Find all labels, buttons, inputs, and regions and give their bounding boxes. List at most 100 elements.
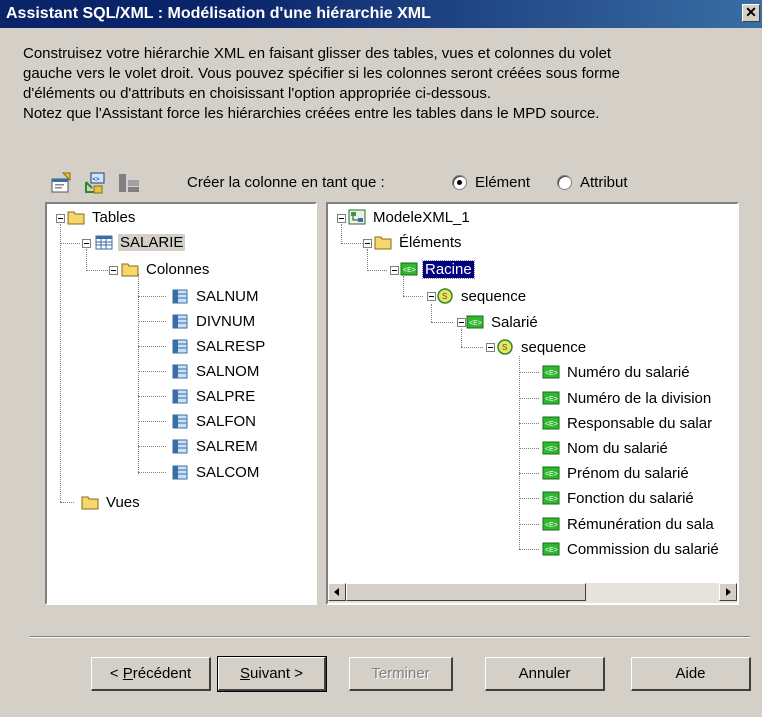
- tree-connector: [138, 346, 166, 347]
- tree-node-element[interactable]: <E> Responsable du salar: [542, 412, 714, 434]
- tree-node-column[interactable]: SALNUM: [171, 285, 261, 307]
- tree-node-model[interactable]: ModeleXML_1: [348, 206, 472, 228]
- tree-node-sequence[interactable]: S sequence: [496, 336, 588, 358]
- tree-node-element[interactable]: <E> Commission du salarié: [542, 538, 721, 560]
- create-column-label: Créer la colonne en tant que :: [187, 174, 385, 191]
- tree-node-tables[interactable]: Tables: [67, 206, 137, 228]
- collapse-toggle[interactable]: [363, 239, 372, 248]
- tree-node-table-salarie[interactable]: SALARIE: [95, 231, 186, 253]
- svg-text:S: S: [442, 292, 447, 301]
- tree-node-column[interactable]: SALPRE: [171, 385, 257, 407]
- collapse-toggle[interactable]: [390, 266, 399, 275]
- tree-connector: [138, 321, 166, 322]
- tree-node-element[interactable]: <E> Nom du salarié: [542, 437, 670, 459]
- help-button-label: Aide: [675, 665, 706, 682]
- tree-node-sequence[interactable]: S sequence: [436, 285, 528, 307]
- properties-icon[interactable]: [49, 170, 75, 196]
- tree-node-column[interactable]: SALREM: [171, 435, 260, 457]
- next-button[interactable]: Suivant >: [217, 656, 327, 692]
- scroll-left-button[interactable]: [328, 583, 346, 601]
- tree-connector: [461, 347, 483, 348]
- source-tree-panel[interactable]: Tables SALARIE Colonnes SALNUM DIVNUM SA…: [45, 202, 317, 605]
- radio-element[interactable]: Elément: [452, 174, 530, 191]
- collapse-toggle[interactable]: [82, 239, 91, 248]
- sequence-icon: S: [437, 288, 453, 304]
- tree-node-salarie[interactable]: <E> Salarié: [466, 311, 540, 333]
- arrow-left-icon: [334, 588, 339, 596]
- tree-node-label: Racine: [422, 259, 475, 279]
- tree-connector: [60, 502, 74, 503]
- previous-button[interactable]: < Précédent: [91, 657, 211, 691]
- next-button-label: uivant >: [250, 665, 303, 682]
- column-icon: [172, 314, 188, 329]
- tree-node-element[interactable]: <E> Prénom du salarié: [542, 462, 691, 484]
- tree-node-element[interactable]: <E> Numéro de la division: [542, 387, 713, 409]
- tree-node-label: Commission du salarié: [567, 540, 719, 558]
- xml-element-icon[interactable]: <>: [82, 170, 108, 196]
- tree-node-label: Rémunération du sala: [567, 515, 714, 533]
- scroll-thumb[interactable]: [346, 583, 586, 601]
- collapse-toggle[interactable]: [337, 214, 346, 223]
- xml-element-icon: <E>: [542, 391, 560, 405]
- folder-icon: [81, 496, 99, 510]
- radio-attribute-indicator[interactable]: [557, 175, 572, 190]
- scroll-right-button[interactable]: [719, 583, 737, 601]
- svg-text:<E>: <E>: [545, 522, 558, 529]
- flatten-icon[interactable]: [116, 170, 142, 196]
- description: Construisez votre hiérarchie XML en fais…: [23, 44, 743, 124]
- close-icon: ✕: [745, 4, 757, 20]
- column-icon: [172, 339, 188, 354]
- tree-node-root[interactable]: <E> Racine: [400, 258, 475, 280]
- finish-button[interactable]: Terminer: [349, 657, 453, 691]
- column-icon: [172, 414, 188, 429]
- close-button[interactable]: ✕: [742, 4, 760, 22]
- tree-node-element[interactable]: <E> Rémunération du sala: [542, 513, 716, 535]
- tree-connector: [519, 372, 539, 373]
- tree-node-column[interactable]: SALRESP: [171, 335, 267, 357]
- tree-node-views[interactable]: Vues: [81, 491, 142, 513]
- tree-node-label: Tables: [92, 208, 136, 226]
- tree-node-element[interactable]: <E> Fonction du salarié: [542, 487, 696, 509]
- separator: [30, 636, 750, 638]
- xml-element-icon: <E>: [542, 416, 560, 430]
- tree-connector: [341, 224, 342, 244]
- xml-hierarchy-panel[interactable]: ModeleXML_1 Éléments <E> Racine S sequen…: [326, 202, 739, 605]
- svg-text:S: S: [502, 343, 507, 352]
- tree-node-element[interactable]: <E> Numéro du salarié: [542, 361, 692, 383]
- tree-node-columns[interactable]: Colonnes: [121, 258, 211, 280]
- radio-element-indicator[interactable]: [452, 175, 467, 190]
- svg-text:<E>: <E>: [545, 547, 558, 554]
- tree-node-label: Éléments: [399, 233, 462, 251]
- tree-node-label: Vues: [106, 493, 140, 511]
- tree-node-label: DIVNUM: [196, 312, 256, 330]
- title-bar[interactable]: Assistant SQL/XML : Modélisation d'une h…: [0, 0, 762, 28]
- previous-button-accel: P: [122, 665, 133, 682]
- help-button[interactable]: Aide: [631, 657, 751, 691]
- tree-node-label: SALREM: [196, 437, 258, 455]
- cancel-button[interactable]: Annuler: [485, 657, 605, 691]
- tree-node-column[interactable]: SALFON: [171, 410, 258, 432]
- tree-connector: [138, 396, 166, 397]
- tree-connector: [341, 243, 363, 244]
- tree-node-column[interactable]: SALNOM: [171, 360, 261, 382]
- tree-node-elements[interactable]: Éléments: [374, 231, 464, 253]
- wizard-dialog: Assistant SQL/XML : Modélisation d'une h…: [0, 0, 762, 717]
- radio-attribute[interactable]: Attribut: [557, 174, 628, 191]
- tree-node-column[interactable]: DIVNUM: [171, 310, 257, 332]
- collapse-toggle[interactable]: [56, 214, 65, 223]
- svg-text:<E>: <E>: [545, 421, 558, 428]
- folder-icon: [374, 236, 392, 250]
- collapse-toggle[interactable]: [109, 266, 118, 275]
- tree-node-label: Nom du salarié: [567, 439, 668, 457]
- tree-connector: [461, 329, 462, 347]
- svg-text:<E>: <E>: [469, 320, 482, 327]
- tree-node-label: SALNOM: [196, 362, 260, 380]
- tree-connector: [367, 249, 368, 269]
- collapse-toggle[interactable]: [457, 318, 466, 327]
- horizontal-scrollbar[interactable]: [328, 583, 737, 603]
- tree-node-column[interactable]: SALCOM: [171, 461, 261, 483]
- collapse-toggle[interactable]: [486, 343, 495, 352]
- window-title: Assistant SQL/XML : Modélisation d'une h…: [6, 5, 431, 22]
- collapse-toggle[interactable]: [427, 292, 436, 301]
- column-icon: [172, 364, 188, 379]
